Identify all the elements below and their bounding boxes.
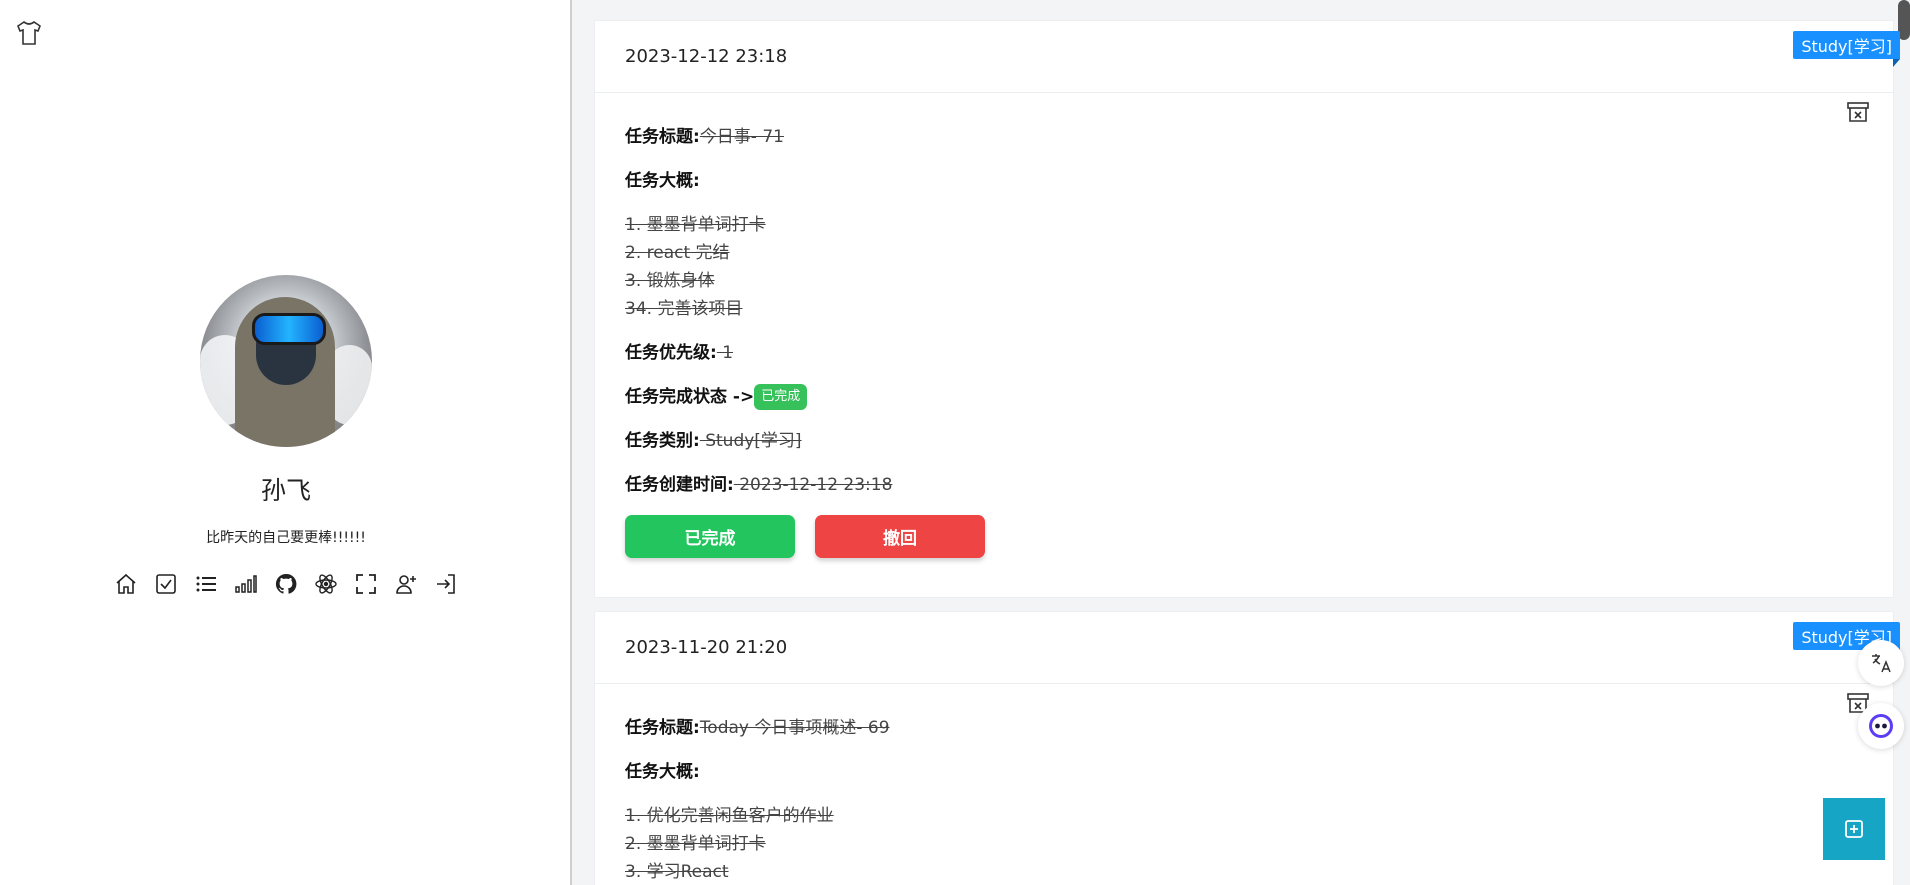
task-date: 2023-11-20 21:20 [625,637,788,658]
summary-list: 1. 墨墨背单词打卡 2. react 完结 3. 锻炼身体 34. 完善该项目 [625,211,1863,323]
title-label: 任务标题: [625,127,700,147]
todo-check-icon[interactable] [153,571,179,597]
task-created-time: 2023-12-12 23:18 [733,475,893,495]
created-label: 任务创建时间: [625,475,734,495]
add-user-icon[interactable] [393,571,419,597]
summary-list: 1. 优化完善闲鱼客户的作业 2. 墨墨背单词打卡 3. 学习React [625,802,1863,885]
user-motto: 比昨天的自己要更棒!!!!!! [206,530,366,546]
category-label: 任务类别: [625,431,700,451]
task-priority: 1 [716,343,734,363]
list-item: 1. 优化完善闲鱼客户的作业 [625,806,834,826]
priority-label: 任务优先级: [625,343,717,363]
summary-label: 任务大概: [625,171,700,191]
profile-card: 孙飞 比昨天的自己要更棒!!!!!! [0,275,572,597]
assistant-bot-icon[interactable] [1858,703,1904,749]
tshirt-theme-icon[interactable] [14,18,44,48]
task-title: 今日事- 71 [699,127,784,147]
list-item: 2. react 完结 [625,243,730,263]
task-list: 2023-12-12 23:18 Study[学习] 任务标题:今日事- 71 … [572,0,1910,885]
add-task-button[interactable] [1823,798,1885,860]
delete-icon[interactable] [1845,99,1871,125]
task-category: Study[学习] [699,431,802,451]
category-badge: Study[学习] [1793,31,1900,67]
undo-button[interactable]: 撤回 [815,515,985,558]
fullscreen-icon[interactable] [353,571,379,597]
signal-bars-icon[interactable] [233,571,259,597]
github-icon[interactable] [273,571,299,597]
profile-sidebar: 孙飞 比昨天的自己要更棒!!!!!! [0,0,572,885]
list-icon[interactable] [193,571,219,597]
list-item: 3. 学习React [625,862,729,882]
task-title: Today 今日事项概述- 69 [699,718,890,738]
logout-icon[interactable] [433,571,459,597]
avatar[interactable] [200,275,372,447]
translate-icon[interactable] [1858,640,1904,686]
task-card: 2023-12-12 23:18 Study[学习] 任务标题:今日事- 71 … [594,20,1900,598]
summary-label: 任务大概: [625,762,700,782]
nav-icon-row [0,571,572,597]
user-name: 孙飞 [260,476,311,505]
list-item: 2. 墨墨背单词打卡 [625,834,766,854]
task-date: 2023-12-12 23:18 [625,46,788,67]
title-label: 任务标题: [625,718,700,738]
settings-atom-icon[interactable] [313,571,339,597]
mark-done-button[interactable]: 已完成 [625,515,795,558]
list-item: 3. 锻炼身体 [625,271,715,291]
list-item: 1. 墨墨背单词打卡 [625,215,766,235]
list-item: 34. 完善该项目 [625,299,743,319]
status-badge: 已完成 [754,384,808,410]
home-icon[interactable] [113,571,139,597]
task-card: 2023-11-20 21:20 Study[学习] 任务标题:Today 今日… [594,611,1900,885]
status-label: 任务完成状态 -> [625,387,755,407]
